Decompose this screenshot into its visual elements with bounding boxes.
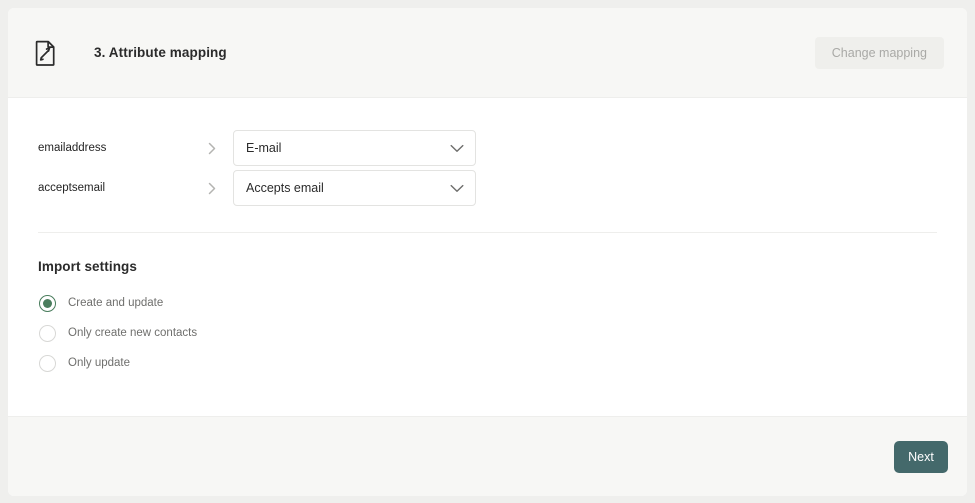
document-edit-icon bbox=[35, 40, 55, 66]
card-header: 3. Attribute mapping Change mapping bbox=[8, 8, 967, 98]
radio-circle-icon bbox=[39, 324, 56, 342]
radio-option-label: Only update bbox=[68, 357, 131, 369]
section-divider bbox=[38, 232, 937, 233]
chevron-right-icon bbox=[208, 142, 233, 155]
import-settings-radio-group: Create and update Only create new contac… bbox=[38, 288, 937, 378]
radio-option-only-update[interactable]: Only update bbox=[38, 348, 937, 378]
radio-option-label: Only create new contacts bbox=[68, 327, 198, 339]
card-body: emailaddress E-mail acceptsemail Accepts… bbox=[8, 98, 967, 416]
radio-option-only-create-new-contacts[interactable]: Only create new contacts bbox=[38, 318, 937, 348]
next-button[interactable]: Next bbox=[894, 440, 948, 473]
select-value: Accepts email bbox=[246, 181, 324, 195]
attribute-mapping-list: emailaddress E-mail acceptsemail Accepts… bbox=[38, 130, 937, 206]
mapping-row: acceptsemail Accepts email bbox=[38, 170, 937, 206]
chevron-right-icon bbox=[208, 182, 233, 195]
change-mapping-button[interactable]: Change mapping bbox=[814, 36, 944, 69]
source-attribute-label: acceptsemail bbox=[38, 182, 106, 194]
chevron-down-icon bbox=[450, 184, 464, 193]
radio-option-label: Create and update bbox=[68, 297, 164, 309]
radio-option-create-and-update[interactable]: Create and update bbox=[38, 288, 937, 318]
target-attribute-select-emailaddress[interactable]: E-mail bbox=[233, 130, 476, 166]
card-footer: Next bbox=[8, 416, 967, 496]
import-settings-title: Import settings bbox=[38, 259, 138, 274]
radio-circle-icon bbox=[39, 354, 56, 372]
select-value: E-mail bbox=[246, 141, 282, 155]
radio-dot-icon bbox=[43, 298, 52, 308]
radio-circle-icon bbox=[39, 294, 56, 312]
chevron-down-icon bbox=[450, 144, 464, 153]
target-attribute-select-acceptsemail[interactable]: Accepts email bbox=[233, 170, 476, 206]
attribute-mapping-card: 3. Attribute mapping Change mapping emai… bbox=[8, 8, 967, 496]
source-attribute-label: emailaddress bbox=[38, 142, 107, 154]
page-title: 3. Attribute mapping bbox=[94, 45, 227, 60]
mapping-row: emailaddress E-mail bbox=[38, 130, 937, 166]
